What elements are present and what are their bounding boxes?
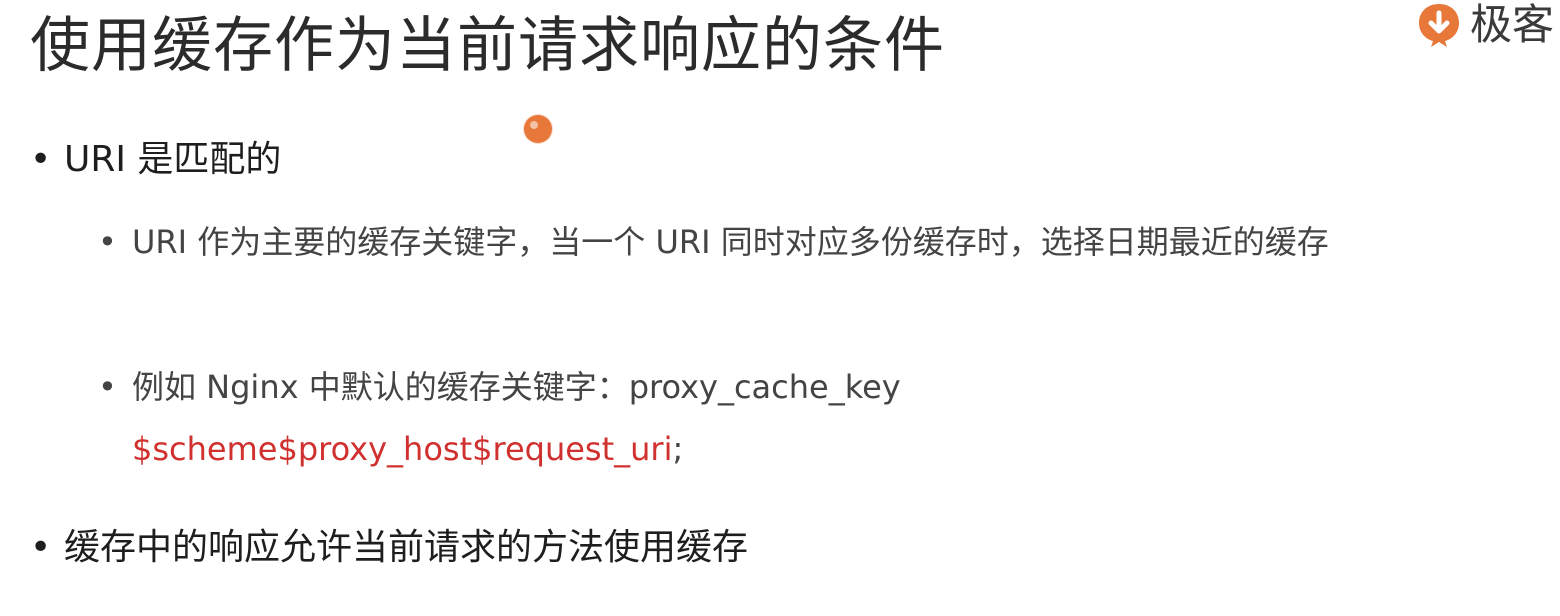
bullet-uri-match: • URI 是匹配的 bbox=[30, 136, 281, 184]
geekbang-logo-icon bbox=[1418, 4, 1459, 47]
bullet-glyph: • bbox=[30, 527, 52, 568]
cache-key-code: $scheme$proxy_host$request_uri bbox=[132, 430, 673, 468]
cursor-pointer-dot bbox=[524, 115, 552, 143]
bullet-glyph: • bbox=[98, 368, 117, 406]
bullet-text: URI 是匹配的 bbox=[64, 139, 282, 180]
sub-bullet-text: 例如 Nginx 中默认的缓存关键字：proxy_cache_key $sche… bbox=[98, 356, 1398, 480]
sub-bullet-uri-primary-key: • URI 作为主要的缓存关键字，当一个 URI 同时对应多份缓存时，选择日期最… bbox=[98, 211, 1398, 273]
brand-logo: 极客 bbox=[1414, 0, 1554, 50]
sub-bullet-text: URI 作为主要的缓存关键字，当一个 URI 同时对应多份缓存时，选择日期最近的… bbox=[132, 223, 1329, 261]
bullet-glyph: • bbox=[98, 223, 117, 261]
code-terminator: ; bbox=[672, 430, 684, 468]
slide-title: 使用缓存作为当前请求响应的条件 bbox=[30, 11, 945, 81]
sub-bullet-nginx-example: • 例如 Nginx 中默认的缓存关键字：proxy_cache_key $sc… bbox=[98, 356, 1398, 480]
example-text: 例如 Nginx 中默认的缓存关键字：proxy_cache_key bbox=[132, 368, 901, 406]
bullet-text: 缓存中的响应允许当前请求的方法使用缓存 bbox=[64, 527, 749, 568]
brand-logo-text: 极客 bbox=[1469, 0, 1554, 49]
bullet-glyph: • bbox=[30, 139, 52, 180]
bullet-method-allowed: • 缓存中的响应允许当前请求的方法使用缓存 bbox=[30, 524, 748, 572]
